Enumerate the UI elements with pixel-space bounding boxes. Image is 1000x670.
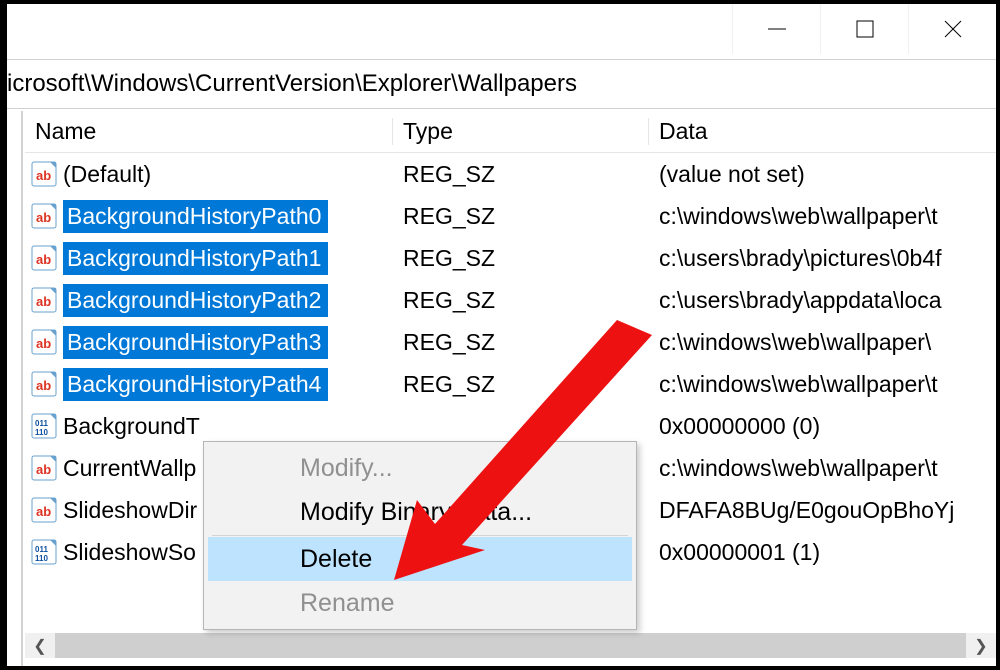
table-row[interactable]: ab BackgroundHistoryPath2 REG_SZc:\users\b… [25,279,996,321]
name-cell: ab BackgroundHistoryPath0 [25,200,393,233]
name-cell: 011110BackgroundT [25,413,393,440]
ctx-rename-label: Rename [300,589,395,617]
tree-splitter[interactable] [7,111,23,666]
value-name: BackgroundT [63,413,200,440]
string-value-icon: ab [31,455,57,481]
ctx-delete-label: Delete [300,545,372,573]
svg-text:110: 110 [35,554,48,563]
value-name: (Default) [63,161,151,188]
string-value-icon: ab [31,497,57,523]
column-headers[interactable]: Name Type Data [25,111,996,153]
svg-text:ab: ab [36,252,51,267]
svg-text:011: 011 [35,545,48,554]
binary-value-icon: 011110 [31,539,57,565]
svg-text:ab: ab [36,168,51,183]
type-cell: REG_SZ [393,203,649,230]
type-cell: REG_SZ [393,245,649,272]
data-cell: 0x00000001 (1) [649,539,996,566]
minimize-icon [733,4,820,54]
ctx-modify-binary-label: Modify Binary Data... [300,498,532,526]
ctx-modify[interactable]: Modify... [208,446,632,490]
svg-text:011: 011 [35,419,48,428]
address-text: icrosoft\Windows\CurrentVersion\Explorer… [7,70,577,98]
header-data[interactable]: Data [649,118,996,145]
data-cell: c:\windows\web\wallpaper\t [649,371,996,398]
maximize-icon [821,4,908,54]
svg-text:ab: ab [36,504,51,519]
table-row[interactable]: ab BackgroundHistoryPath0 REG_SZc:\windows… [25,195,996,237]
string-value-icon: ab [31,161,57,187]
table-row[interactable]: ab BackgroundHistoryPath1 REG_SZc:\users\b… [25,237,996,279]
ctx-delete[interactable]: Delete [208,537,632,581]
data-cell: DFAFA8BUg/E0gouOpBhoYj [649,497,996,524]
type-cell: REG_SZ [393,287,649,314]
table-row[interactable]: ab BackgroundHistoryPath4 REG_SZc:\windows… [25,363,996,405]
data-cell: c:\users\brady\pictures\0b4f [649,245,996,272]
data-cell: c:\windows\web\wallpaper\t [649,203,996,230]
maximize-button[interactable] [820,4,908,54]
data-cell: 0x00000000 (0) [649,413,996,440]
address-bar[interactable]: icrosoft\Windows\CurrentVersion\Explorer… [7,60,996,109]
name-cell: ab (Default) [25,161,393,188]
chevron-left-icon: ❮ [33,636,46,656]
value-name: SlideshowDir [63,497,197,524]
ctx-modify-binary[interactable]: Modify Binary Data... [208,490,632,534]
ctx-rename[interactable]: Rename [208,581,632,625]
table-row[interactable]: ab BackgroundHistoryPath3 REG_SZc:\windows… [25,321,996,363]
table-row[interactable]: ab (Default) REG_SZ(value not set) [25,153,996,195]
svg-text:ab: ab [36,336,51,351]
type-cell: REG_SZ [393,329,649,356]
svg-text:ab: ab [36,378,51,393]
name-cell: ab BackgroundHistoryPath4 [25,368,393,401]
scroll-track[interactable] [55,633,966,658]
data-cell: (value not set) [649,161,996,188]
scroll-thumb[interactable] [55,633,966,658]
chevron-right-icon: ❯ [974,636,987,656]
string-value-icon: ab [31,371,57,397]
scroll-left-button[interactable]: ❮ [25,633,55,658]
header-name[interactable]: Name [25,118,393,145]
string-value-icon: ab [31,287,57,313]
horizontal-scrollbar[interactable]: ❮ ❯ [25,633,996,658]
data-cell: c:\users\brady\appdata\loca [649,287,996,314]
value-name: BackgroundHistoryPath2 [63,284,328,317]
string-value-icon: ab [31,203,57,229]
close-button[interactable] [908,4,996,54]
svg-text:ab: ab [36,210,51,225]
type-cell: REG_SZ [393,371,649,398]
title-bar [7,4,996,60]
context-menu: Modify... Modify Binary Data... Delete R… [203,441,637,630]
name-cell: ab BackgroundHistoryPath3 [25,326,393,359]
window-controls [732,4,996,54]
ctx-modify-label: Modify... [300,454,393,482]
regedit-window: icrosoft\Windows\CurrentVersion\Explorer… [5,2,998,668]
minimize-button[interactable] [732,4,820,54]
string-value-icon: ab [31,245,57,271]
type-cell: REG_SZ [393,161,649,188]
ctx-separator [212,535,628,536]
list-bottom-gap [25,658,996,666]
value-name: BackgroundHistoryPath1 [63,242,328,275]
svg-text:ab: ab [36,462,51,477]
name-cell: ab BackgroundHistoryPath2 [25,284,393,317]
svg-text:ab: ab [36,294,51,309]
value-name: BackgroundHistoryPath4 [63,368,328,401]
data-cell: c:\windows\web\wallpaper\t [649,455,996,482]
binary-value-icon: 011110 [31,413,57,439]
value-name: CurrentWallp [63,455,196,482]
value-name: BackgroundHistoryPath3 [63,326,328,359]
string-value-icon: ab [31,329,57,355]
svg-text:110: 110 [35,428,48,437]
value-name: SlideshowSo [63,539,196,566]
name-cell: ab BackgroundHistoryPath1 [25,242,393,275]
data-cell: c:\windows\web\wallpaper\ [649,329,996,356]
scroll-right-button[interactable]: ❯ [966,633,996,658]
header-type[interactable]: Type [393,118,649,145]
value-name: BackgroundHistoryPath0 [63,200,328,233]
close-icon [909,4,996,54]
